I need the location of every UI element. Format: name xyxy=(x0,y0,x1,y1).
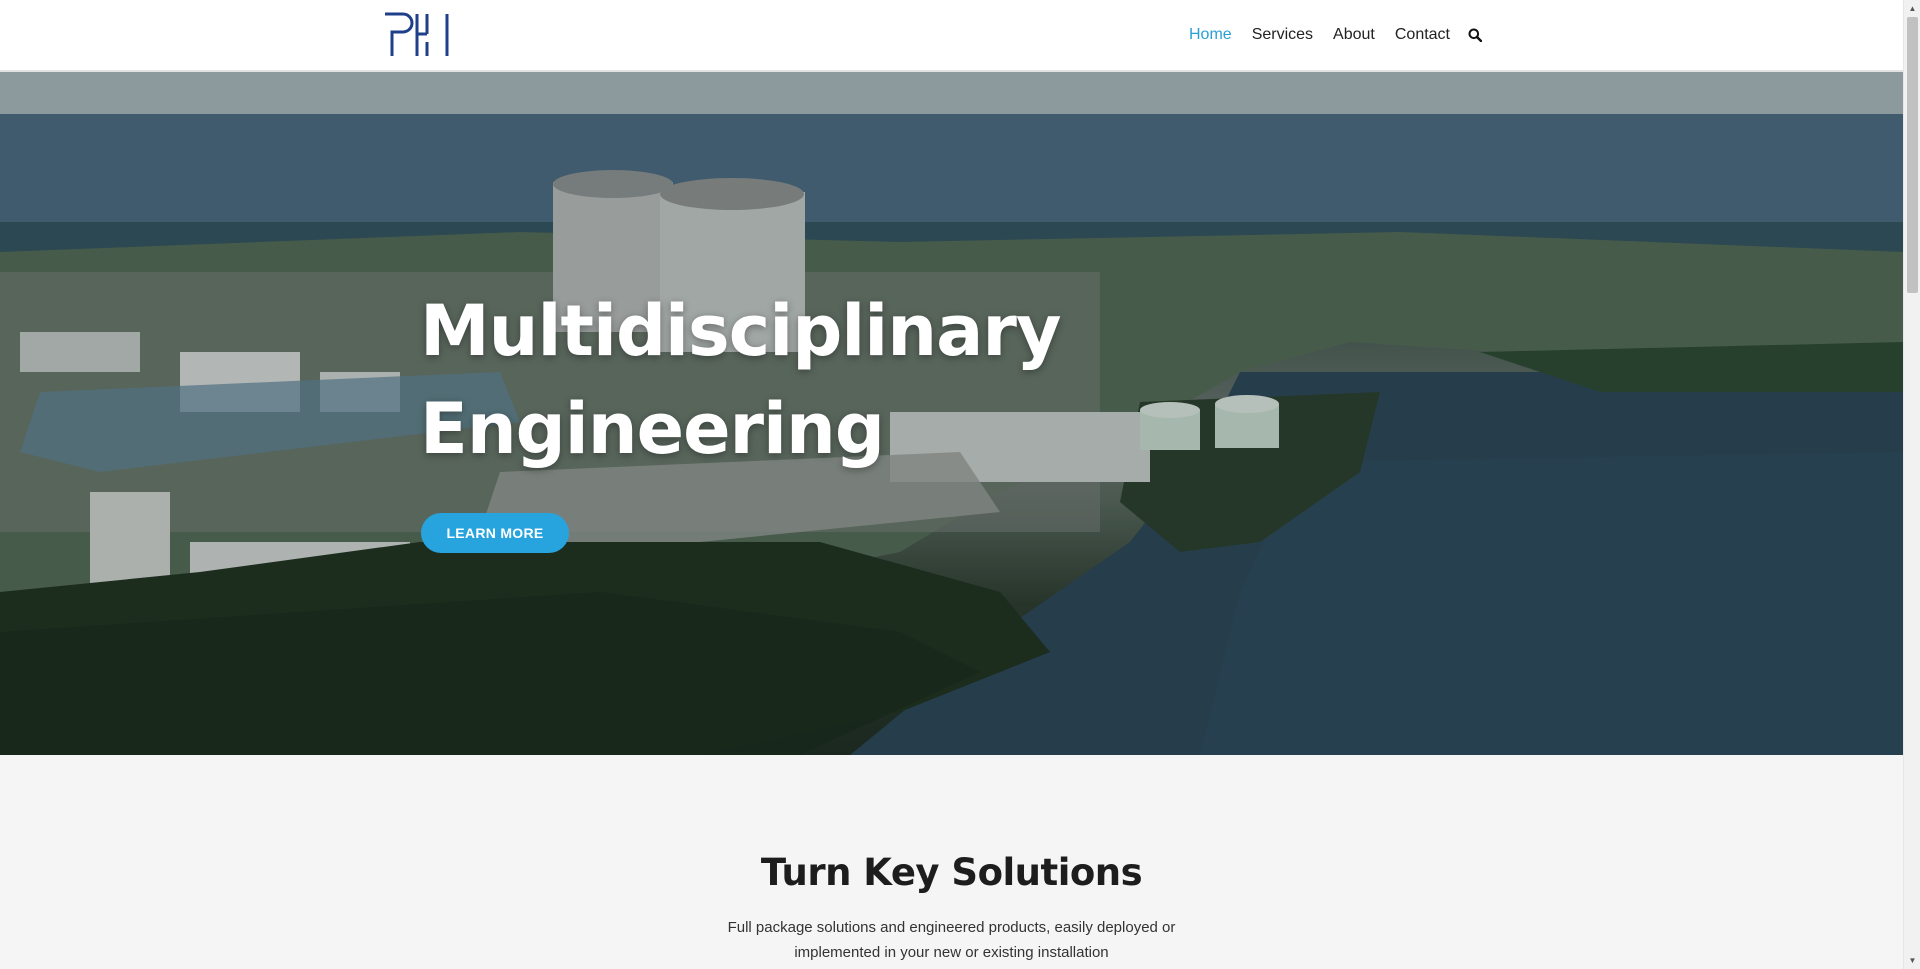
nav-about[interactable]: About xyxy=(1323,0,1385,70)
search-icon xyxy=(1468,28,1482,42)
scroll-down-arrow-icon[interactable]: ▼ xyxy=(1904,952,1920,969)
hero-title-line-1: Multidisciplinary xyxy=(420,290,1062,372)
turnkey-section: Turn Key Solutions Full package solution… xyxy=(0,755,1903,969)
section-title: Turn Key Solutions xyxy=(760,851,1143,894)
nav-contact[interactable]: Contact xyxy=(1385,0,1460,70)
nav-services[interactable]: Services xyxy=(1242,0,1323,70)
nav-home[interactable]: Home xyxy=(1179,0,1242,70)
site-header: Home Services About Contact xyxy=(0,0,1903,72)
vertical-scrollbar[interactable]: ▲ ▼ xyxy=(1903,0,1920,969)
search-button[interactable] xyxy=(1460,0,1490,70)
hero-title-line-2: Engineering xyxy=(420,388,885,470)
learn-more-button[interactable]: LEARN MORE xyxy=(421,513,569,553)
logo[interactable] xyxy=(383,12,451,58)
hero-title: Multidisciplinary Engineering xyxy=(420,282,1120,478)
logo-mark xyxy=(385,12,449,56)
main-nav: Home Services About Contact xyxy=(1179,0,1490,70)
scrollbar-thumb[interactable] xyxy=(1907,17,1918,293)
scroll-up-arrow-icon[interactable]: ▲ xyxy=(1904,0,1920,17)
page: Home Services About Contact Multidiscipl… xyxy=(0,0,1920,969)
section-description: Full package solutions and engineered pr… xyxy=(727,919,1176,961)
hero-banner: Multidisciplinary Engineering LEARN MORE xyxy=(0,72,1903,755)
